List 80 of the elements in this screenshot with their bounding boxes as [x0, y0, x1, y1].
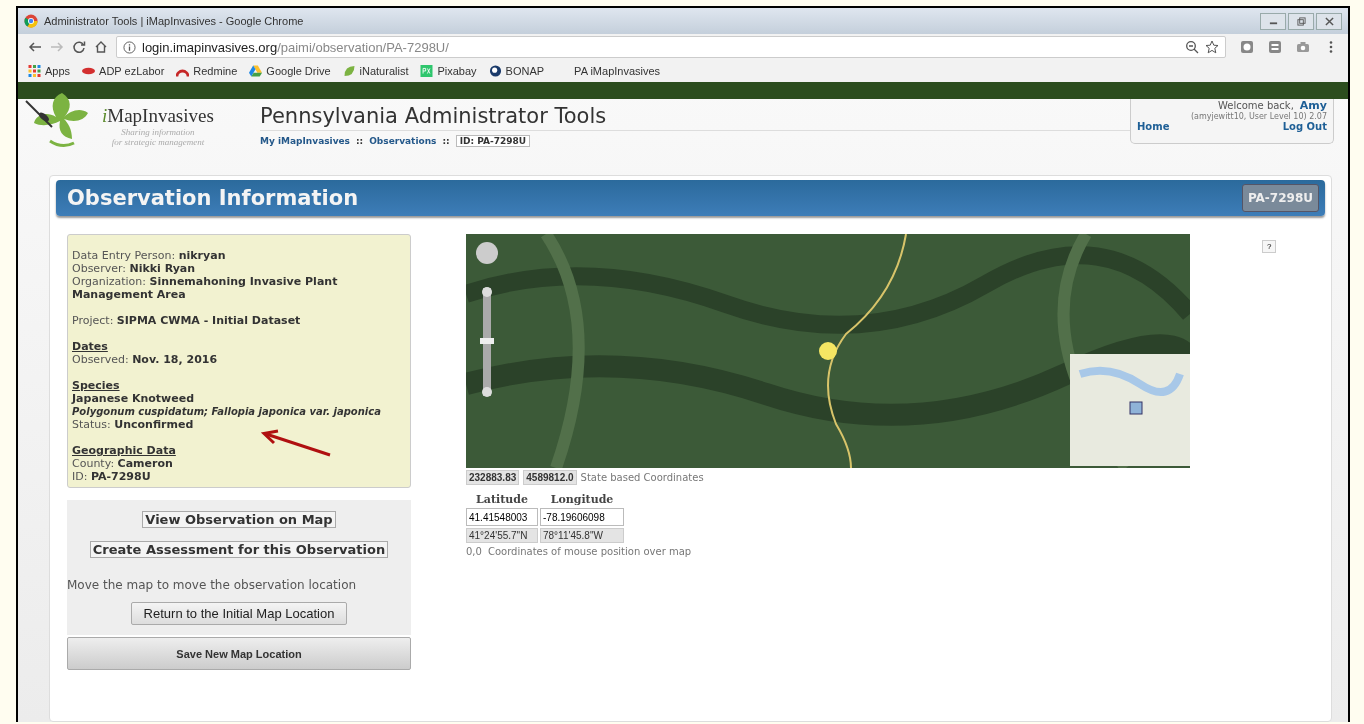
breadcrumb-separator: :: [442, 136, 450, 146]
scientific-name: Polygonum cuspidatum; Fallopia japonica var. japonica [72, 405, 382, 418]
coordinates-label: State based Coordinates [580, 472, 704, 483]
create-assessment-button[interactable]: Create Assessment for this Observation [89, 541, 389, 558]
reload-icon[interactable] [72, 40, 86, 54]
bookmark[interactable]: PA iMapInvasives [574, 65, 661, 77]
restore-button[interactable] [1288, 12, 1314, 30]
bookmark[interactable]: Pixabay [420, 65, 477, 77]
bookmark[interactable]: BONAP [488, 65, 545, 77]
restore-icon [1296, 16, 1306, 26]
close-icon [1324, 16, 1334, 26]
bookmark[interactable]: Redmine [176, 65, 238, 77]
leaf-icon [342, 65, 356, 77]
info-field: Observed: Nov. 18, 2016 [72, 353, 406, 366]
window-title: Administrator Tools | iMapInvasives - Google Chrome [44, 15, 305, 27]
latitude-field[interactable]: 41.41548003 [466, 508, 538, 526]
log-out-link[interactable]: Log Out [1282, 121, 1327, 132]
info-field: Data Entry Person: nikryan [72, 249, 406, 262]
browser-logo-icon [24, 14, 38, 28]
logo-tagline: for strategic management [111, 137, 205, 147]
site-logo-name: iMapInvasives [102, 105, 214, 127]
back-arrow-icon[interactable] [28, 40, 42, 54]
view-on-map-button[interactable]: View Observation on Map [142, 511, 336, 528]
logo-tagline: Sharing information [121, 127, 195, 137]
section-heading: Species [72, 379, 121, 392]
page-title: Pennsylvania Administrator Tools [260, 104, 1130, 131]
latitude-heading: Latitude [475, 493, 529, 506]
apps-grid-icon [28, 65, 41, 77]
latitude-dms-field: 41°24'55.7"N [466, 528, 538, 543]
star-icon[interactable] [1205, 40, 1219, 54]
extension-icon[interactable] [1240, 40, 1254, 54]
user-name: Amy [1299, 99, 1327, 112]
species-name: Japanese Knotweed [72, 392, 196, 405]
triangle-logo-icon [249, 65, 263, 77]
breadcrumb-current: ID: PA-7298U [455, 135, 531, 147]
move-map-hint: Move the map to move the observation location [67, 578, 357, 592]
annotation-arrow [260, 429, 332, 459]
observation-marker [818, 341, 838, 361]
info-field: ID: PA-7298U [72, 470, 406, 483]
section-heading: Dates [72, 340, 109, 353]
zoom-out-icon[interactable] [1185, 40, 1199, 54]
info-field: Project: SIPMA CWMA - Initial Dataset [72, 314, 406, 327]
return-location-button[interactable]: Return to the Initial Map Location [130, 602, 348, 625]
globe-icon [488, 65, 502, 77]
easting-field: 232883.83 [466, 470, 520, 485]
bookmark[interactable]: Google Drive [249, 65, 331, 77]
welcome-text: Welcome back, [1217, 100, 1294, 111]
mouse-coordinates: 0,0 [466, 546, 482, 557]
user-detail: (amyjewitt10, User Level 10) 2.07 [1190, 112, 1327, 121]
info-icon[interactable] [123, 40, 136, 54]
bookmark[interactable]: ADP ezLabor [82, 65, 165, 77]
section-heading: Geographic Data [72, 444, 177, 457]
id-badge: PA-7298U [1241, 184, 1319, 212]
bookmark[interactable]: Apps [28, 65, 71, 77]
oval-logo-icon [82, 65, 96, 77]
longitude-heading: Longitude [549, 493, 615, 506]
close-button[interactable] [1316, 12, 1342, 30]
home-icon[interactable] [94, 40, 108, 54]
minimize-button[interactable] [1260, 12, 1286, 30]
home-link[interactable]: Home [1137, 121, 1170, 132]
breadcrumb-separator: :: [356, 136, 364, 146]
info-field: Observer: Nikki Ryan [72, 262, 406, 275]
camera-icon[interactable] [1296, 40, 1310, 54]
northing-field: 4589812.0 [523, 470, 577, 485]
extension-icon[interactable] [1268, 40, 1282, 54]
help-button[interactable]: ? [1262, 240, 1277, 253]
breadcrumb-link[interactable]: Observations [369, 136, 437, 146]
save-location-button[interactable]: Save New Map Location [67, 637, 411, 670]
info-field: Organization: Sinnemahoning Invasive Plant Management Area [72, 275, 406, 301]
address-bar[interactable]: login.imapinvasives.org/paimi/observation/PA-7298U/ [116, 36, 1226, 58]
square-logo-icon [420, 65, 434, 77]
mouse-coordinates-label: Coordinates of mouse position over map [487, 546, 692, 557]
breadcrumb-link[interactable]: My iMapInvasives [260, 136, 350, 146]
info-field: County: Cameron [72, 457, 406, 470]
longitude-field[interactable]: -78.19606098 [540, 508, 624, 526]
info-field: Status: Unconfirmed [72, 418, 406, 431]
panel-title: Observation Information [67, 186, 359, 210]
bookmark[interactable]: iNaturalist [342, 65, 409, 77]
longitude-dms-field: 78°11'45.8"W [540, 528, 624, 543]
map-zoom-control[interactable] [474, 240, 500, 400]
